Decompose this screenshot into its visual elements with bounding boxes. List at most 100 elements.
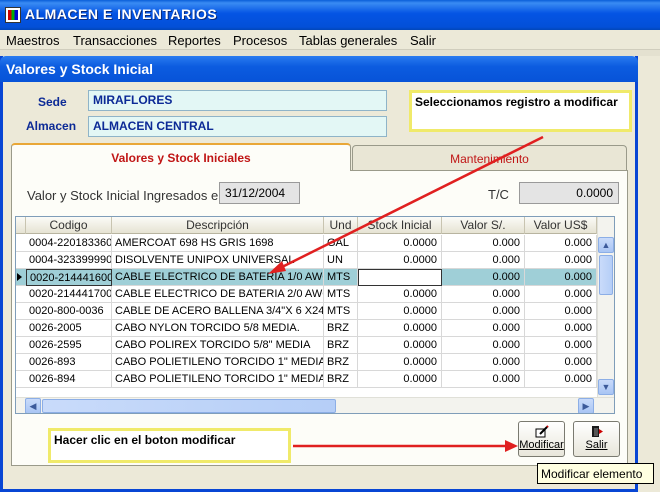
modificar-button[interactable]: Modificar (518, 421, 565, 457)
scroll-down-icon[interactable]: ▼ (598, 379, 614, 395)
cell-descripcion[interactable]: CABO NYLON TORCIDO 5/8 MEDIA. (112, 320, 324, 337)
cell-descripcion[interactable]: CABLE ELECTRICO DE BATERIA 1/0 AWG (112, 269, 324, 286)
cell-stock-inicial[interactable]: 0.0000 (358, 235, 442, 252)
table-row[interactable]: 0026-2595 CABO POLIREX TORCIDO 5/8" MEDIA… (16, 337, 597, 354)
cell-codigo[interactable]: 0020-214441600 (26, 269, 112, 286)
cell-valor-soles[interactable]: 0.000 (442, 371, 525, 388)
scroll-left-icon[interactable]: ◀ (25, 398, 41, 413)
cell-codigo[interactable]: 0020-214441700 (26, 286, 112, 303)
items-grid[interactable]: Codigo Descripción Und Stock Inicial Val… (15, 216, 615, 414)
cell-descripcion[interactable]: AMERCOAT 698 HS GRIS 1698 (112, 235, 324, 252)
column-und[interactable]: Und (324, 217, 358, 234)
annotation-top: Seleccionamos registro a modificar (409, 90, 632, 132)
horizontal-scroll-thumb[interactable] (42, 399, 336, 413)
app-icon (5, 7, 21, 23)
cell-valor-soles[interactable]: 0.000 (442, 320, 525, 337)
cell-codigo[interactable]: 0004-323399990 (26, 252, 112, 269)
column-descripcion[interactable]: Descripción (112, 217, 324, 234)
cell-codigo[interactable]: 0026-893 (26, 354, 112, 371)
cell-codigo[interactable]: 0026-2595 (26, 337, 112, 354)
horizontal-scrollbar[interactable]: ◀ ▶ (16, 397, 614, 413)
cell-und[interactable]: BRZ (324, 337, 358, 354)
cell-stock-inicial[interactable]: 0.0000 (358, 354, 442, 371)
modificar-label: Modificar (519, 439, 564, 451)
cell-valor-soles[interactable]: 0.000 (442, 235, 525, 252)
table-row[interactable]: 0004-220183360 AMERCOAT 698 HS GRIS 1698 G… (16, 235, 597, 252)
sede-label: Sede (38, 95, 67, 109)
menu-maestros[interactable]: Maestros (6, 33, 59, 48)
cell-valor-soles[interactable]: 0.000 (442, 252, 525, 269)
cell-codigo[interactable]: 0020-800-0036 (26, 303, 112, 320)
menu-reportes[interactable]: Reportes (168, 33, 221, 48)
cell-valor-dolares[interactable]: 0.000 (525, 303, 597, 320)
tab-valores-stock[interactable]: Valores y Stock Iniciales (11, 143, 351, 171)
cell-und[interactable]: BRZ (324, 354, 358, 371)
cell-descripcion[interactable]: CABO POLIETILENO TORCIDO 1" MEDIA AZ (112, 354, 324, 371)
cell-valor-soles[interactable]: 0.000 (442, 286, 525, 303)
table-row[interactable]: 0020-214441600 CABLE ELECTRICO DE BATERIA… (16, 269, 597, 286)
vertical-scroll-thumb[interactable] (599, 255, 613, 295)
child-window-titlebar: Valores y Stock Inicial (0, 56, 638, 82)
cell-codigo[interactable]: 0026-894 (26, 371, 112, 388)
column-stock-inicial[interactable]: Stock Inicial (358, 217, 442, 234)
table-row[interactable]: 0026-894 CABO POLIETILENO TORCIDO 1" MEDI… (16, 371, 597, 388)
cell-und[interactable]: BRZ (324, 371, 358, 388)
row-pointer-icon (17, 273, 22, 281)
cell-stock-inicial[interactable]: 0.0000 (358, 286, 442, 303)
edit-icon (535, 425, 549, 438)
cell-descripcion[interactable]: CABO POLIETILENO TORCIDO 1" MEDIA RO (112, 371, 324, 388)
cell-valor-soles[interactable]: 0.000 (442, 337, 525, 354)
menu-transacciones[interactable]: Transacciones (73, 33, 157, 48)
cell-stock-inicial[interactable] (358, 269, 442, 286)
cell-codigo[interactable]: 0026-2005 (26, 320, 112, 337)
almacen-field[interactable]: ALMACEN CENTRAL (88, 116, 387, 137)
tab-mantenimiento[interactable]: Mantenimiento (352, 145, 627, 170)
cell-stock-inicial[interactable]: 0.0000 (358, 371, 442, 388)
table-row[interactable]: 0020-214441700 CABLE ELECTRICO DE BATERIA… (16, 286, 597, 303)
menu-salir[interactable]: Salir (410, 33, 436, 48)
menu-procesos[interactable]: Procesos (233, 33, 287, 48)
tooltip: Modificar elemento (537, 463, 654, 484)
cell-valor-soles[interactable]: 0.000 (442, 269, 525, 286)
scroll-up-icon[interactable]: ▲ (598, 237, 614, 253)
cell-valor-dolares[interactable]: 0.000 (525, 235, 597, 252)
cell-descripcion[interactable]: CABLE DE ACERO BALLENA 3/4"X 6 X24 (112, 303, 324, 320)
cell-und[interactable]: BRZ (324, 320, 358, 337)
cell-stock-inicial[interactable]: 0.0000 (358, 252, 442, 269)
cell-valor-dolares[interactable]: 0.000 (525, 354, 597, 371)
tc-field[interactable]: 0.0000 (519, 182, 619, 204)
cell-stock-inicial[interactable]: 0.0000 (358, 303, 442, 320)
cell-und[interactable]: GAL (324, 235, 358, 252)
cell-valor-dolares[interactable]: 0.000 (525, 320, 597, 337)
menu-tablas-generales[interactable]: Tablas generales (299, 33, 397, 48)
sede-field[interactable]: MIRAFLORES (88, 90, 387, 111)
table-row[interactable]: 0020-800-0036 CABLE DE ACERO BALLENA 3/4"… (16, 303, 597, 320)
cell-descripcion[interactable]: CABLE ELECTRICO DE BATERIA 2/0 AWG (112, 286, 324, 303)
cell-und[interactable]: MTS (324, 286, 358, 303)
column-valor-dolares[interactable]: Valor US$ (525, 217, 597, 234)
vertical-scrollbar[interactable]: ▲ ▼ (597, 217, 614, 397)
cell-valor-dolares[interactable]: 0.000 (525, 252, 597, 269)
table-row[interactable]: 0004-323399990 DISOLVENTE UNIPOX UNIVERSA… (16, 252, 597, 269)
table-row[interactable]: 0026-893 CABO POLIETILENO TORCIDO 1" MEDI… (16, 354, 597, 371)
salir-button[interactable]: Salir (573, 421, 620, 457)
cell-valor-dolares[interactable]: 0.000 (525, 337, 597, 354)
cell-und[interactable]: MTS (324, 303, 358, 320)
column-valor-soles[interactable]: Valor S/. (442, 217, 525, 234)
cell-stock-inicial[interactable]: 0.0000 (358, 320, 442, 337)
cell-valor-soles[interactable]: 0.000 (442, 354, 525, 371)
cell-stock-inicial[interactable]: 0.0000 (358, 337, 442, 354)
cell-valor-dolares[interactable]: 0.000 (525, 269, 597, 286)
cell-valor-dolares[interactable]: 0.000 (525, 286, 597, 303)
scroll-right-icon[interactable]: ▶ (578, 398, 594, 413)
cell-und[interactable]: MTS (324, 269, 358, 286)
cell-descripcion[interactable]: DISOLVENTE UNIPOX UNIVERSAL (112, 252, 324, 269)
cell-valor-soles[interactable]: 0.000 (442, 303, 525, 320)
cell-codigo[interactable]: 0004-220183360 (26, 235, 112, 252)
table-row[interactable]: 0026-2005 CABO NYLON TORCIDO 5/8 MEDIA. BR… (16, 320, 597, 337)
cell-und[interactable]: UN (324, 252, 358, 269)
column-codigo[interactable]: Codigo (26, 217, 112, 234)
cell-valor-dolares[interactable]: 0.000 (525, 371, 597, 388)
date-field[interactable]: 31/12/2004 (219, 182, 300, 204)
cell-descripcion[interactable]: CABO POLIREX TORCIDO 5/8" MEDIA (112, 337, 324, 354)
